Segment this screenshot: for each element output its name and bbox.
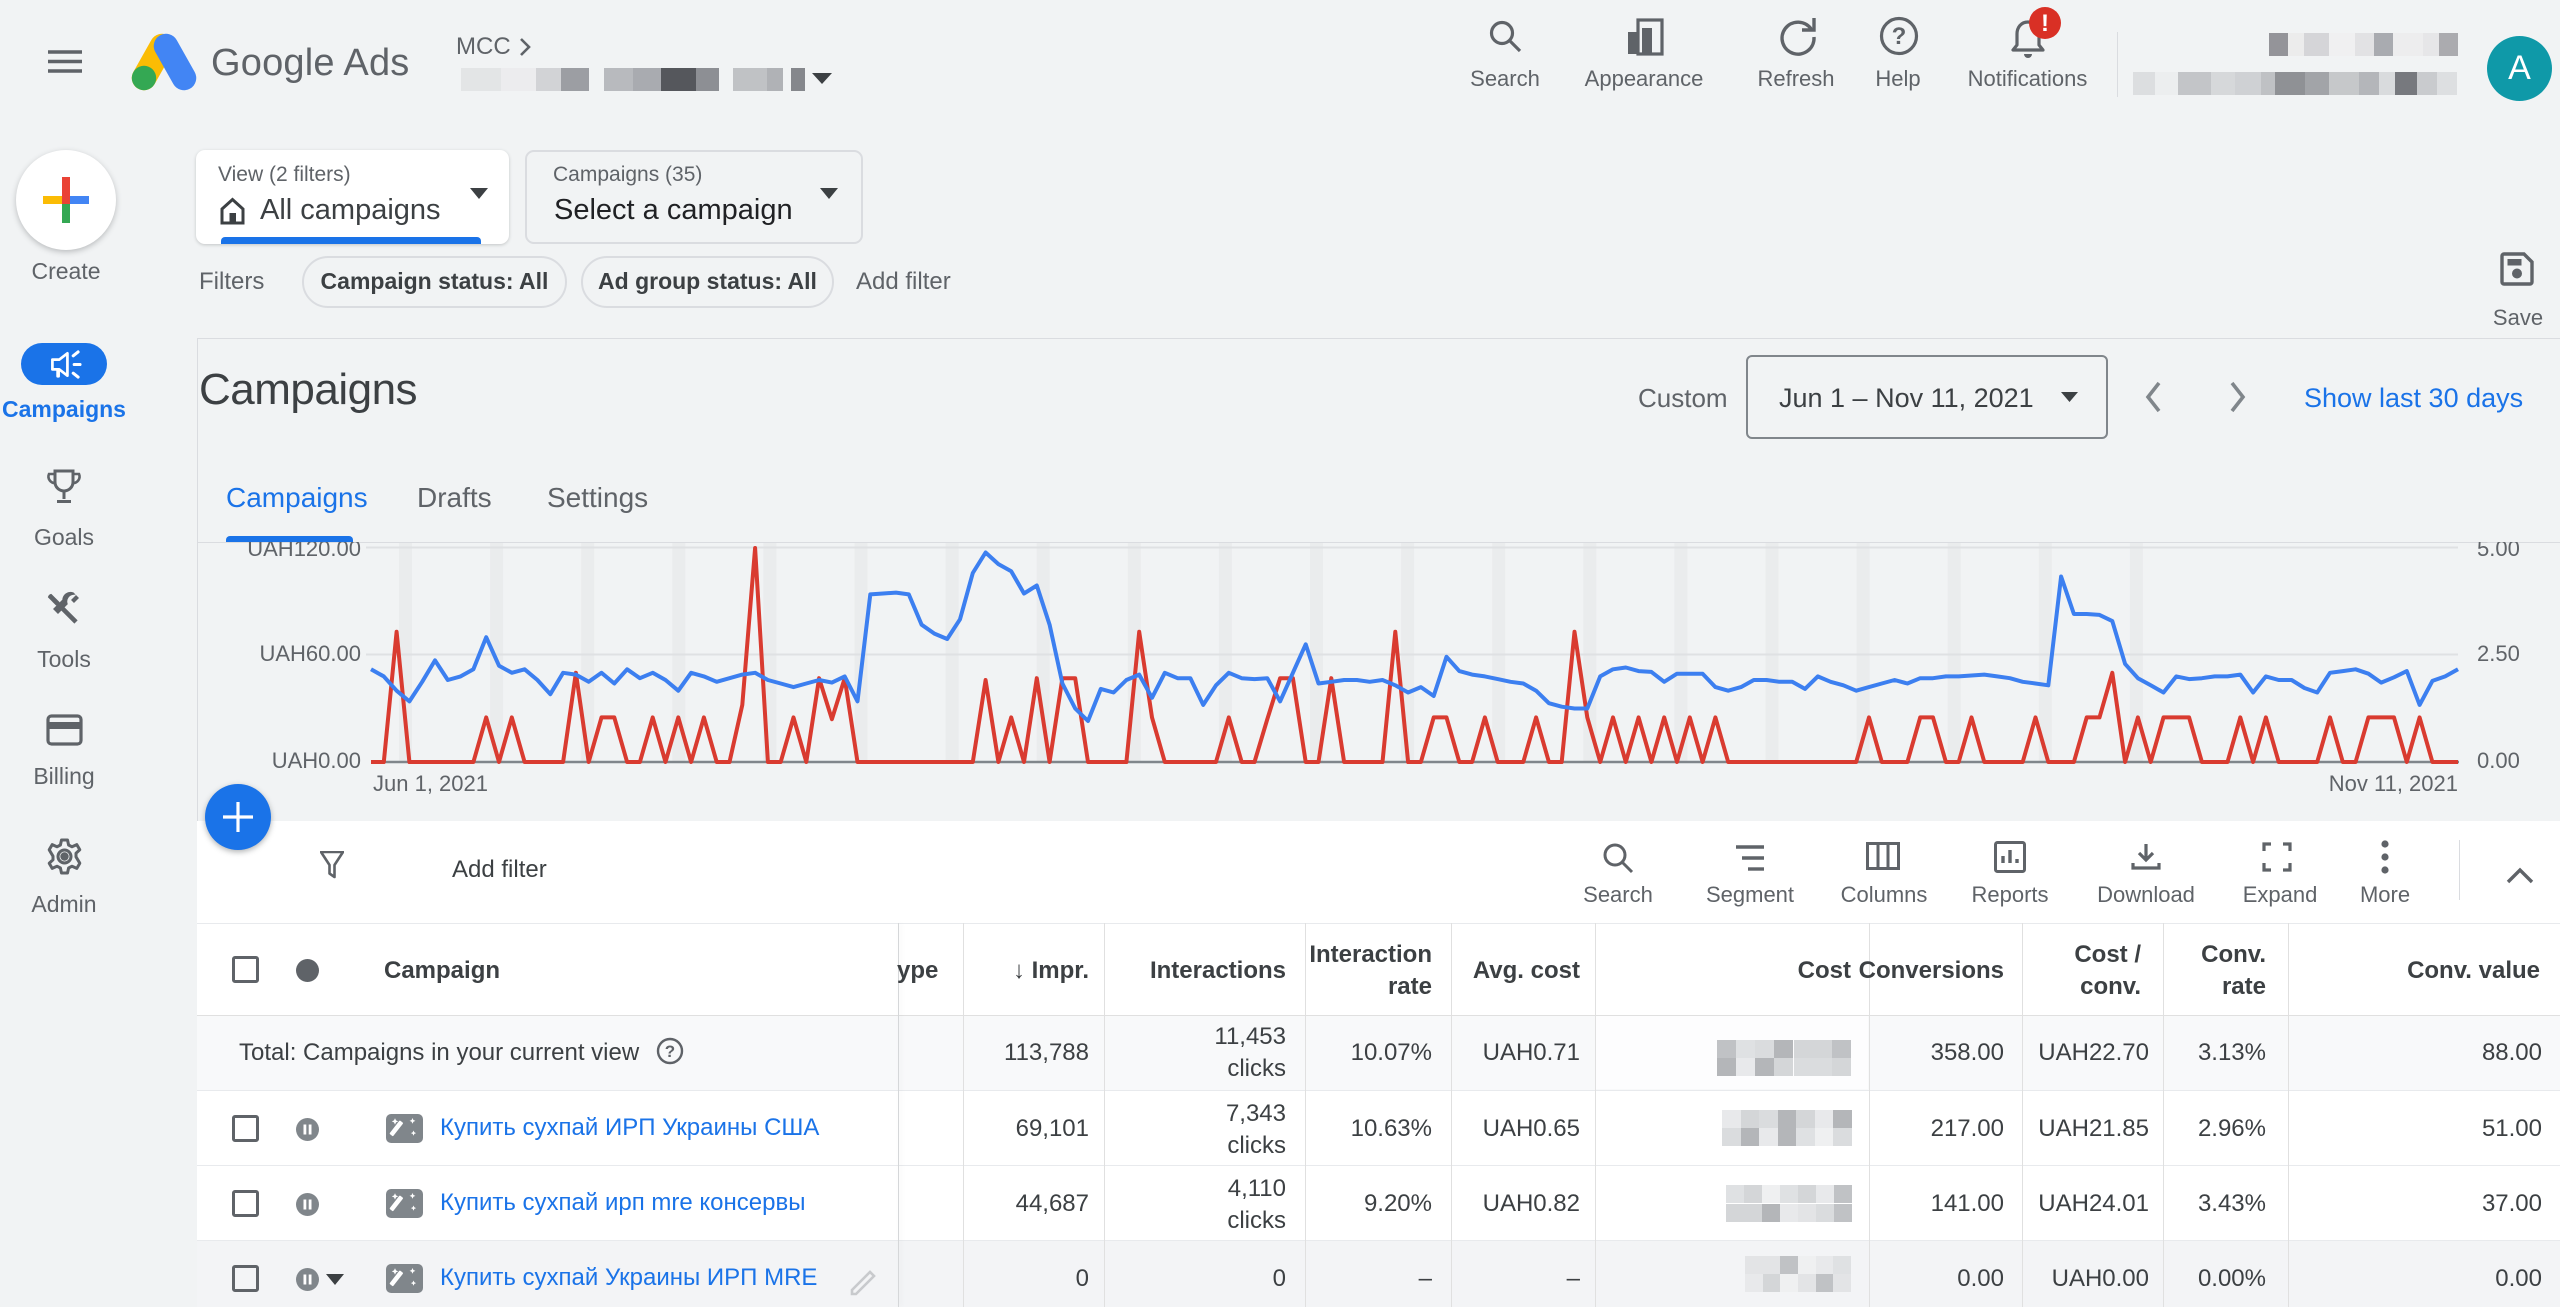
svg-text:?: ? — [665, 1042, 675, 1061]
svg-text:!: ! — [2041, 10, 2049, 37]
svg-text:2.50: 2.50 — [2477, 641, 2520, 666]
svg-text:UAH60.00: UAH60.00 — [259, 641, 361, 666]
svg-text:?: ? — [1892, 23, 1907, 50]
svg-text:Nov 11, 2021: Nov 11, 2021 — [2329, 771, 2458, 796]
svg-text:UAH120.00: UAH120.00 — [247, 542, 361, 561]
svg-text:UAH0.00: UAH0.00 — [272, 748, 361, 773]
svg-text:0.00: 0.00 — [2477, 748, 2520, 773]
svg-text:Jun 1, 2021: Jun 1, 2021 — [373, 771, 488, 796]
svg-text:5.00: 5.00 — [2477, 542, 2520, 561]
